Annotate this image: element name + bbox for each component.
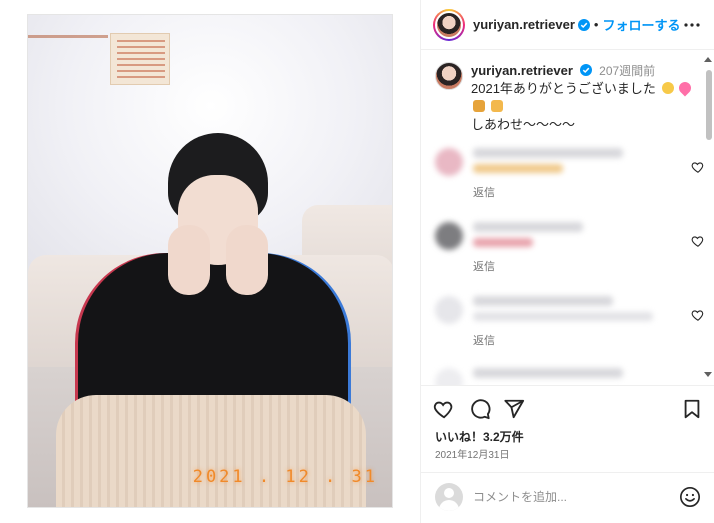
post-caption: yuriyan.retriever 207週間前 2021年ありがとうございまし… bbox=[435, 62, 705, 134]
victory-hand-icon bbox=[490, 100, 503, 112]
comment-text-blurred bbox=[473, 368, 623, 378]
header-username[interactable]: yuriyan.retriever bbox=[473, 17, 575, 32]
comments-scrollbar[interactable] bbox=[706, 70, 712, 380]
avatar-torso-shape bbox=[439, 500, 459, 511]
comment-avatar[interactable] bbox=[435, 368, 463, 385]
poster-text-lines bbox=[117, 40, 165, 80]
scroll-down-icon[interactable] bbox=[704, 372, 712, 378]
heart-icon[interactable] bbox=[691, 234, 705, 248]
comment-text-blurred bbox=[473, 296, 613, 306]
caption-avatar[interactable] bbox=[435, 62, 463, 90]
comment-item: 返信 bbox=[435, 146, 705, 208]
comments-list[interactable]: yuriyan.retriever 207週間前 2021年ありがとうございまし… bbox=[421, 50, 714, 385]
heart-icon[interactable] bbox=[691, 160, 705, 174]
comment-text-blurred-2 bbox=[473, 238, 533, 247]
verified-icon bbox=[577, 18, 590, 31]
folded-hands-icon bbox=[473, 100, 485, 112]
caption-text-1: 2021年ありがとうございました bbox=[471, 81, 656, 96]
comment-avatar[interactable] bbox=[435, 148, 463, 176]
comment-item: 返信 bbox=[435, 220, 705, 282]
post-date[interactable]: 2021年12月31日 bbox=[435, 446, 510, 461]
grinning-face-icon bbox=[661, 82, 674, 94]
comment-reply-button[interactable]: 返信 bbox=[473, 258, 495, 274]
comment-reply-button[interactable]: 返信 bbox=[473, 332, 495, 348]
comment-reply-button[interactable]: 返信 bbox=[473, 184, 495, 200]
photo-poster bbox=[110, 33, 170, 85]
emoji-icon[interactable] bbox=[679, 486, 701, 508]
comment-text-blurred bbox=[473, 222, 583, 232]
photo-person-hand-left bbox=[168, 225, 210, 295]
post-photo[interactable]: 2021 . 12 . 31 bbox=[27, 14, 393, 508]
post-side-panel: yuriyan.retriever • フォローする yuriyan.retri… bbox=[420, 0, 714, 523]
comment-input[interactable] bbox=[473, 487, 663, 507]
bookmark-icon[interactable] bbox=[681, 398, 703, 420]
header-avatar-image bbox=[435, 10, 463, 39]
comment-text-blurred-2 bbox=[473, 312, 653, 321]
caption-header-line: yuriyan.retriever 207週間前 bbox=[471, 62, 691, 80]
scroll-up-icon[interactable] bbox=[704, 56, 712, 62]
share-icon[interactable] bbox=[503, 398, 525, 420]
more-icon[interactable] bbox=[683, 16, 701, 34]
comment-text-blurred-2 bbox=[473, 164, 563, 173]
comment-item: 返信 bbox=[435, 294, 705, 356]
comment-avatar[interactable] bbox=[435, 222, 463, 250]
current-user-avatar bbox=[435, 483, 463, 511]
likes-count[interactable]: いいね！3.2万件 bbox=[435, 428, 524, 445]
comment-composer bbox=[421, 472, 714, 523]
media-pane: 2021 . 12 . 31 bbox=[0, 0, 420, 523]
post-actions: いいね！3.2万件 2021年12月31日 bbox=[421, 385, 714, 461]
scrollbar-thumb[interactable] bbox=[706, 70, 712, 140]
caption-body: yuriyan.retriever 207週間前 2021年ありがとうございまし… bbox=[471, 62, 694, 134]
header-separator: • bbox=[593, 17, 599, 32]
avatar-head-shape bbox=[444, 488, 454, 498]
photo-person-pants bbox=[56, 395, 366, 507]
photo-person-hand-right bbox=[226, 225, 268, 295]
header-avatar[interactable] bbox=[433, 8, 465, 41]
follow-button[interactable]: フォローする bbox=[602, 15, 680, 34]
caption-time[interactable]: 207週間前 bbox=[599, 64, 655, 78]
post-header: yuriyan.retriever • フォローする bbox=[421, 0, 714, 50]
caption-username[interactable]: yuriyan.retriever bbox=[471, 63, 573, 78]
comment-item bbox=[435, 366, 705, 385]
photo-date-stamp: 2021 . 12 . 31 bbox=[192, 467, 378, 487]
comment-text-blurred bbox=[473, 148, 623, 158]
heart-icon[interactable] bbox=[691, 308, 705, 322]
caption-line-2 bbox=[471, 98, 691, 116]
comment-icon[interactable] bbox=[469, 398, 491, 420]
verified-icon bbox=[579, 64, 592, 76]
caption-line-3: しあわせ〜〜〜〜 bbox=[471, 117, 576, 132]
caption-line-1: 2021年ありがとうございました bbox=[471, 79, 694, 98]
heart-icon[interactable] bbox=[433, 398, 455, 420]
comment-avatar[interactable] bbox=[435, 296, 463, 324]
pink-heart-icon bbox=[676, 79, 694, 97]
